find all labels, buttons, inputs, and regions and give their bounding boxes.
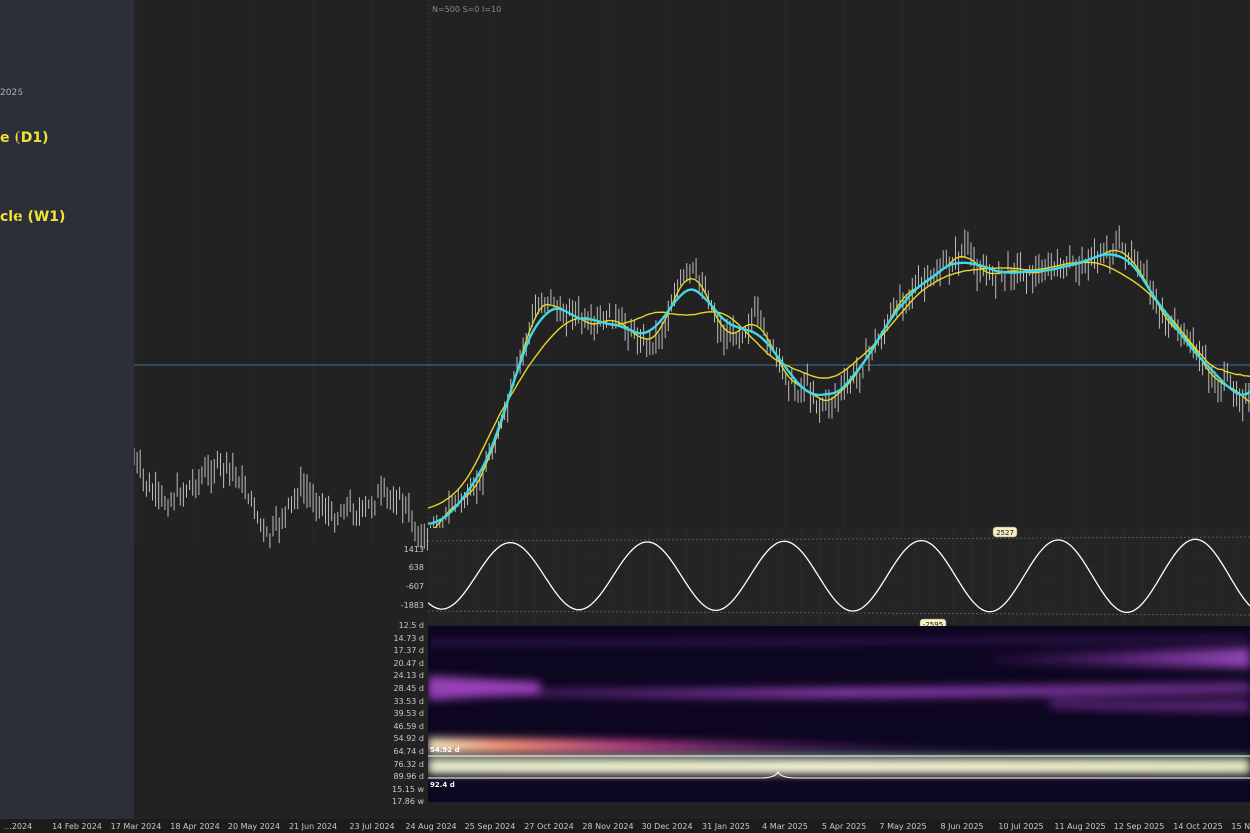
- x-axis-label: 21 Jun 2024: [289, 822, 337, 831]
- spectrogram-y-label: 33.53 d: [393, 697, 424, 706]
- x-axis-label: 27 Oct 2024: [524, 822, 573, 831]
- spectrogram-y-label: 89.96 d: [393, 772, 424, 781]
- spectrogram-panel: 54.92 d 92.4 d 12.5 d 14.73 d 17.37 d 20…: [392, 621, 1250, 806]
- spectrogram-y-label: 64.74 d: [393, 747, 424, 756]
- x-axis-label: …2024: [4, 822, 32, 831]
- x-axis-label: 8 Jun 2025: [940, 822, 983, 831]
- x-axis-label: 24 Aug 2024: [405, 822, 456, 831]
- x-axis-label: 4 Mar 2025: [762, 822, 808, 831]
- x-axis-label: 11 Aug 2025: [1054, 822, 1105, 831]
- x-axis-label: 14 Feb 2024: [52, 822, 102, 831]
- x-axis-label: 23 Jul 2024: [349, 822, 394, 831]
- spectrogram-y-label: 15.15 w: [392, 785, 424, 794]
- x-axis-label: 28 Nov 2024: [582, 822, 633, 831]
- spectrogram-marker-label: 54.92 d: [430, 746, 460, 754]
- spectrogram-y-label: 46.59 d: [393, 722, 424, 731]
- spectrogram-y-label: 24.13 d: [393, 671, 424, 680]
- x-axis-label: 5 Apr 2025: [822, 822, 866, 831]
- spectrogram-y-label: 17.86 w: [392, 797, 424, 806]
- price-grid: [17, 0, 1199, 545]
- x-axis-label: 17 Mar 2024: [111, 822, 162, 831]
- x-axis-label: 25 Sep 2024: [465, 822, 516, 831]
- spectrogram-band: [428, 754, 1250, 760]
- spectrogram-y-label: 12.5 d: [399, 621, 424, 630]
- x-axis-label: 31 Jan 2025: [702, 822, 750, 831]
- cycle-y-label: -607: [406, 582, 424, 591]
- spectrogram-y-label: 14.73 d: [393, 634, 424, 643]
- spectrogram-y-label: 28.45 d: [393, 684, 424, 693]
- cycle-y-label: 638: [409, 563, 424, 572]
- spectrogram-band: [428, 760, 1250, 774]
- spectrogram-y-label: 54.92 d: [393, 734, 424, 743]
- price-panel: N=500 S=0 I=10: [17, 0, 1250, 551]
- x-axis-label: 15 Nov 2025: [1231, 822, 1250, 831]
- x-axis-labels: …2024 14 Feb 2024 17 Mar 2024 18 Apr 2024 20…: [4, 822, 1250, 831]
- x-axis: …2024 14 Feb 2024 17 Mar 2024 18 Apr 2024 20…: [0, 819, 1250, 833]
- spectrogram-y-label: 39.53 d: [393, 709, 424, 718]
- spectrogram-y-label: 20.47 d: [393, 659, 424, 668]
- x-axis-label: 30 Dec 2024: [641, 822, 692, 831]
- cycle-y-label: -1883: [401, 601, 424, 610]
- x-axis-label: 14 Oct 2025: [1173, 822, 1222, 831]
- spectrogram-marker-label: 92.4 d: [430, 781, 455, 789]
- cycle-y-labels: 1413 638 -607 -1883: [401, 545, 424, 610]
- x-axis-label: 7 May 2025: [879, 822, 926, 831]
- spectrogram-y-label: 76.32 d: [393, 760, 424, 769]
- spectrogram-y-label: 17.37 d: [393, 646, 424, 655]
- cycle-y-label: 1413: [404, 545, 424, 554]
- x-axis-label: 10 Jul 2025: [998, 822, 1043, 831]
- chart-canvas: N=500 S=0 I=10 1413 638 -607 -1883 2527 …: [0, 0, 1250, 833]
- cycle-peak-label: 2527: [996, 529, 1014, 537]
- spectrogram-y-labels: 12.5 d 14.73 d 17.37 d 20.47 d 24.13 d 2…: [392, 621, 424, 806]
- x-axis-label: 20 May 2024: [228, 822, 280, 831]
- x-axis-label: 18 Apr 2024: [170, 822, 219, 831]
- stats-label: N=500 S=0 I=10: [432, 5, 501, 14]
- price-bars: [134, 225, 1250, 551]
- cycle-peak-bubble: 2527: [992, 526, 1018, 538]
- x-axis-label: 12 Sep 2025: [1114, 822, 1165, 831]
- cycle-panel: 1413 638 -607 -1883 2527 -2595: [401, 526, 1250, 630]
